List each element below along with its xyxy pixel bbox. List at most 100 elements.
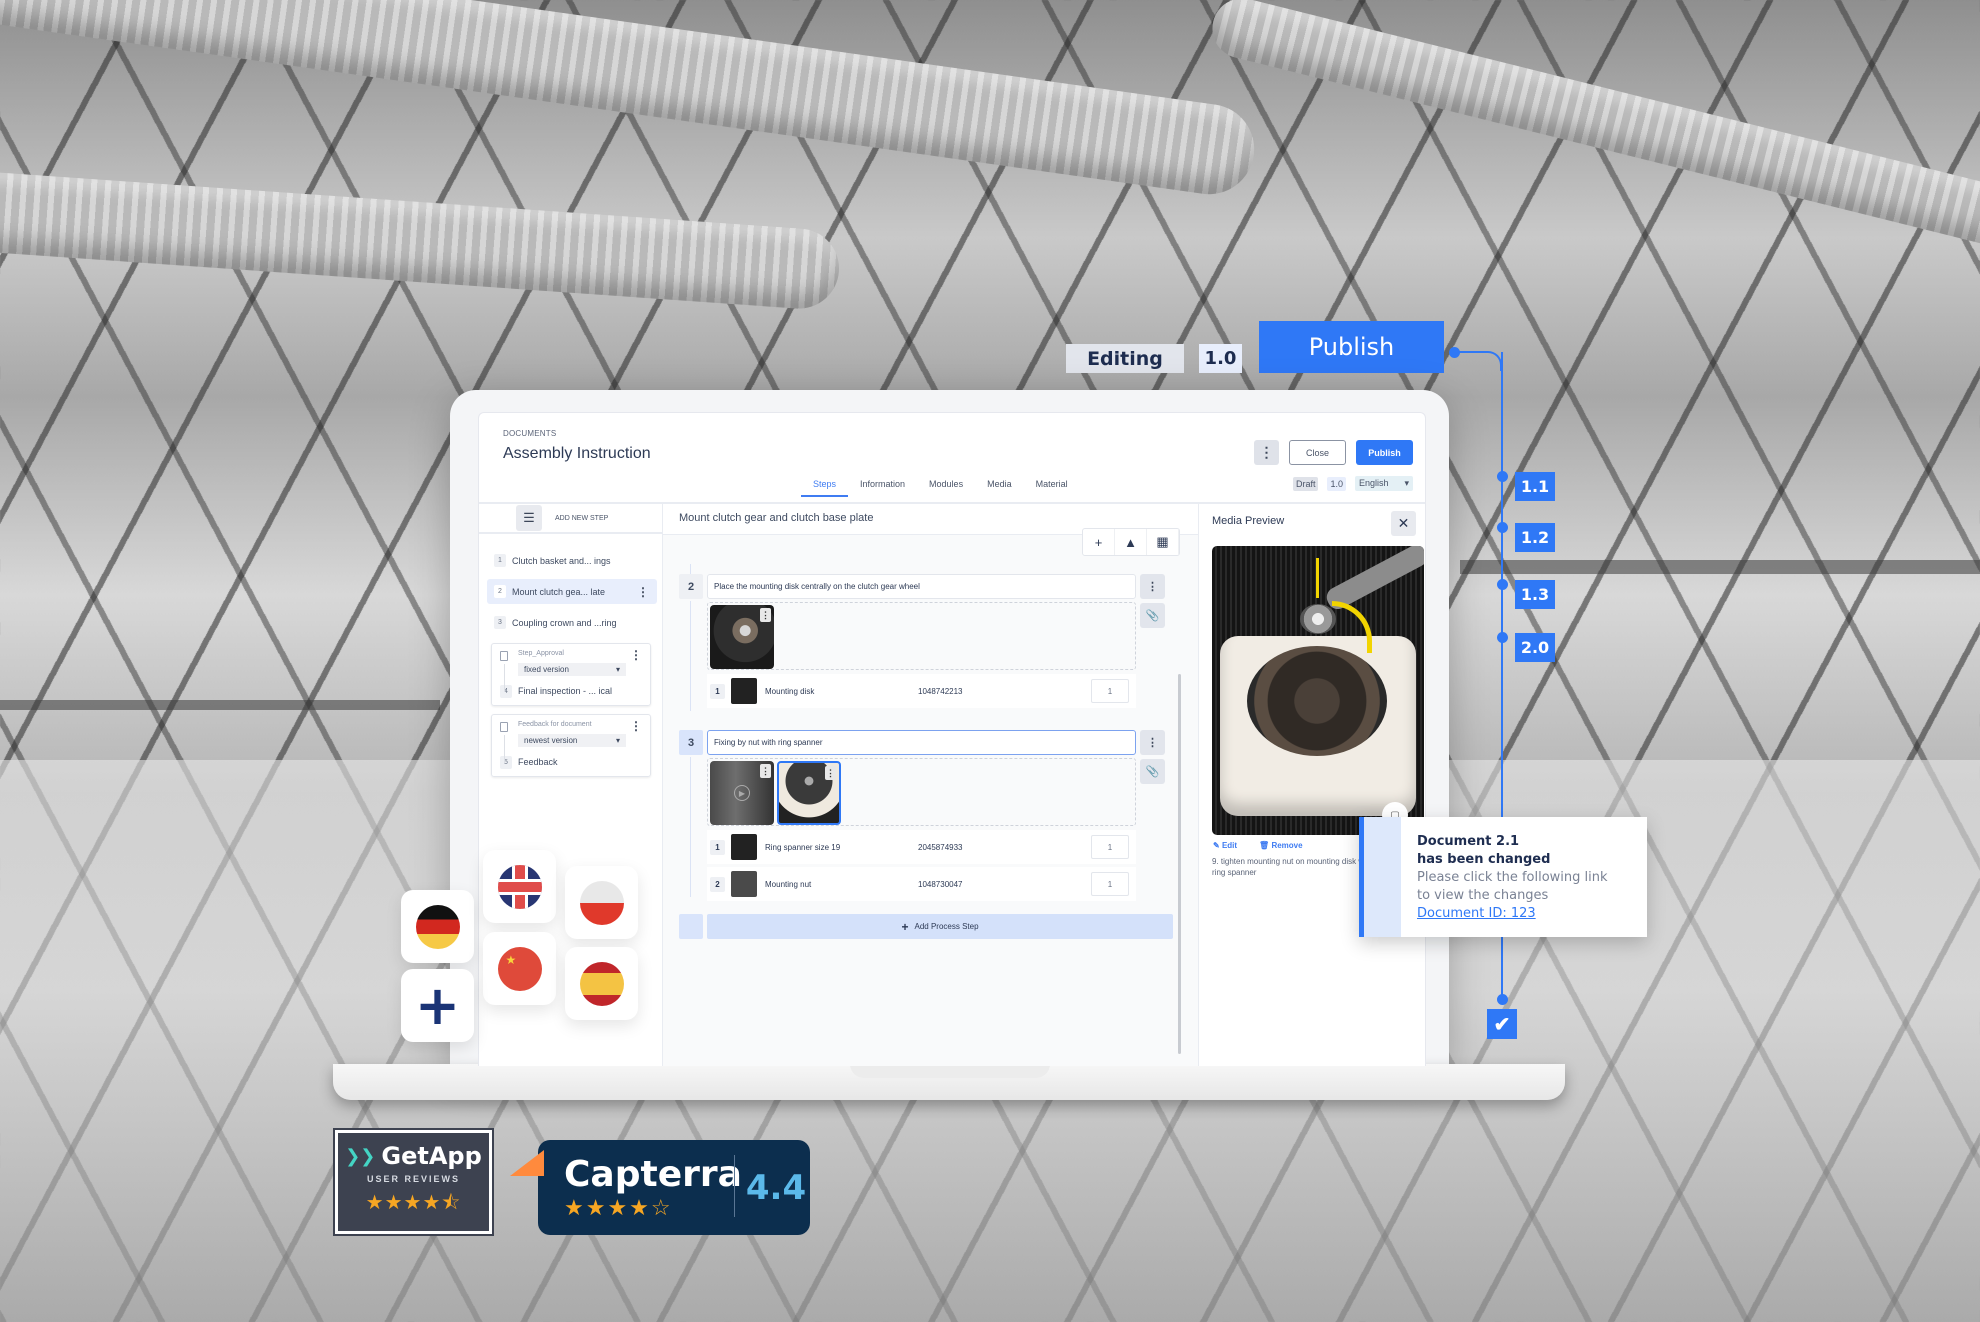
document-icon <box>500 722 508 732</box>
version-badge: 1.0 <box>1327 476 1346 491</box>
notification-body: Please click the following link to view … <box>1417 870 1608 903</box>
more-vertical-icon[interactable]: ⋮ <box>760 764 771 778</box>
menu-icon[interactable]: ☰ <box>516 505 542 531</box>
version-tag-2-0[interactable]: 2.0 <box>1515 633 1555 662</box>
media-thumbnail[interactable]: ⋮ <box>710 605 774 669</box>
tab-media[interactable]: Media <box>975 476 1024 497</box>
warning-icon[interactable]: ▲ <box>1115 529 1147 555</box>
material-image <box>731 834 757 860</box>
step-connector <box>690 601 691 711</box>
step-label: Mount clutch gea... late <box>512 586 606 597</box>
star-rating-icon: ★★★★⯪ <box>365 1192 462 1214</box>
quantity-input[interactable]: 1 <box>1091 835 1129 859</box>
play-icon[interactable]: ▶ <box>734 785 750 801</box>
plus-icon: + <box>414 973 461 1037</box>
more-vertical-icon[interactable]: ⋮ <box>825 766 836 780</box>
add-process-step-button[interactable]: + Add Process Step <box>707 914 1173 939</box>
step-text-input[interactable]: Fixing by nut with ring spanner <box>707 730 1136 755</box>
sidebar-step-item[interactable]: 3 Coupling crown and ...ring <box>487 610 657 635</box>
quantity-input[interactable]: 1 <box>1091 679 1129 703</box>
add-icon[interactable]: + <box>1083 529 1115 555</box>
version-tag-1-1[interactable]: 1.1 <box>1515 472 1555 501</box>
close-button[interactable]: Close <box>1289 440 1346 465</box>
version-timeline-connector <box>1454 351 1502 371</box>
quantity-input[interactable]: 1 <box>1091 872 1129 896</box>
attach-icon[interactable]: 📎 <box>1140 603 1165 628</box>
add-language-button[interactable]: + <box>401 969 474 1042</box>
media-thumbnail-selected[interactable]: ⋮ <box>777 761 841 825</box>
notification-band <box>1364 817 1401 937</box>
timeline-dot <box>1449 347 1460 358</box>
step-more-button[interactable]: ⋮ <box>1140 730 1165 755</box>
china-flag-icon: ★ <box>497 946 542 991</box>
plus-icon: + <box>901 919 909 934</box>
tab-steps[interactable]: Steps <box>801 476 849 497</box>
image-nut <box>1300 604 1336 634</box>
timeline-dot <box>1497 471 1508 482</box>
more-options-button[interactable]: ⋮ <box>1254 440 1279 465</box>
module-title: Feedback for document <box>518 721 592 728</box>
scrollbar[interactable] <box>1178 674 1181 1054</box>
background-shelf <box>0 700 440 710</box>
attach-icon[interactable]: 📎 <box>1140 759 1165 784</box>
step-editor: Mount clutch gear and clutch base plate … <box>663 504 1198 1066</box>
pencil-icon: ✎ <box>1213 841 1220 850</box>
publish-banner-button[interactable]: Publish <box>1259 321 1444 373</box>
material-row: 1 Ring spanner size 19 2045874933 1 <box>707 830 1136 864</box>
publish-button[interactable]: Publish <box>1356 440 1413 465</box>
tab-information[interactable]: Information <box>848 476 917 497</box>
module-card[interactable]: Feedback for document ⋮ newest version ▾ … <box>491 714 651 777</box>
document-link[interactable]: Document ID: 123 <box>1417 906 1536 921</box>
getapp-chevron-icon: ❯❯ <box>345 1145 376 1167</box>
video-thumbnail[interactable]: ▶ ⋮ <box>710 761 774 825</box>
close-icon[interactable]: ✕ <box>1391 511 1416 536</box>
tab-material[interactable]: Material <box>1024 476 1080 497</box>
step-more-button[interactable]: ⋮ <box>1140 574 1165 599</box>
document-meta: Draft 1.0 English ▾ <box>1292 476 1413 491</box>
sidebar-step-item[interactable]: 5 Feedback <box>500 754 650 770</box>
remove-button[interactable]: 🗑 Remove <box>1259 841 1303 850</box>
language-spanish[interactable] <box>565 947 638 1020</box>
version-select[interactable]: fixed version ▾ <box>518 663 626 676</box>
add-process-step-label: Add Process Step <box>914 922 979 931</box>
edit-button[interactable]: ✎ Edit <box>1213 841 1237 850</box>
step-text-input[interactable]: Place the mounting disk centrally on the… <box>707 574 1136 599</box>
sidebar-step-item[interactable]: 4 Final inspection - ... ical <box>500 683 650 699</box>
material-number: 1 <box>710 839 725 855</box>
language-chinese[interactable]: ★ <box>483 932 556 1005</box>
capterra-badge[interactable]: Capterra ★★★★☆ 4.4 <box>510 1140 810 1235</box>
edit-label: Edit <box>1221 841 1238 850</box>
getapp-name: GetApp <box>381 1142 482 1170</box>
language-select[interactable]: English ▾ <box>1355 476 1413 491</box>
more-vertical-icon[interactable]: ⋮ <box>760 608 771 622</box>
media-dropzone[interactable]: ▶ ⋮ ⋮ <box>707 758 1136 826</box>
language-german[interactable] <box>401 890 474 963</box>
notification-subtitle: has been changed <box>1417 852 1551 867</box>
breadcrumb[interactable]: DOCUMENTS <box>503 429 556 438</box>
getapp-badge[interactable]: ❯❯ GetApp USER REVIEWS ★★★★⯪ <box>335 1130 492 1234</box>
timeline-dot <box>1497 579 1508 590</box>
module-card[interactable]: Step_Approval ⋮ fixed version ▾ 4 Final i… <box>491 643 651 706</box>
more-vertical-icon[interactable]: ⋮ <box>637 585 649 599</box>
sidebar-step-item[interactable]: 1 Clutch basket and... ings <box>487 548 657 573</box>
more-vertical-icon[interactable]: ⋮ <box>630 719 642 733</box>
check-icon[interactable]: ✔ <box>1487 1009 1517 1039</box>
timeline-dot <box>1497 632 1508 643</box>
star-rating-icon: ★★★★☆ <box>564 1194 673 1220</box>
material-number: 2 <box>710 876 725 892</box>
version-tag-1-2[interactable]: 1.2 <box>1515 523 1555 552</box>
modules-icon[interactable]: ▦ <box>1147 529 1179 555</box>
add-new-step-button[interactable]: ☰ ADD NEW STEP <box>479 504 662 534</box>
sidebar-step-item-selected[interactable]: 2 Mount clutch gea... late ⋮ <box>487 579 657 604</box>
material-number: 1 <box>710 683 725 699</box>
more-vertical-icon[interactable]: ⋮ <box>630 648 642 662</box>
language-english[interactable] <box>483 850 556 923</box>
media-actions: ✎ Edit 🗑 Remove <box>1213 841 1303 850</box>
tab-modules[interactable]: Modules <box>917 476 975 497</box>
step-label: Clutch basket and... ings <box>512 555 611 566</box>
version-select[interactable]: newest version ▾ <box>518 734 626 747</box>
language-polish[interactable] <box>565 866 638 939</box>
version-tag-1-3[interactable]: 1.3 <box>1515 580 1555 609</box>
material-row: 2 Mounting nut 1048730047 1 <box>707 867 1136 901</box>
media-dropzone[interactable]: ⋮ <box>707 602 1136 670</box>
